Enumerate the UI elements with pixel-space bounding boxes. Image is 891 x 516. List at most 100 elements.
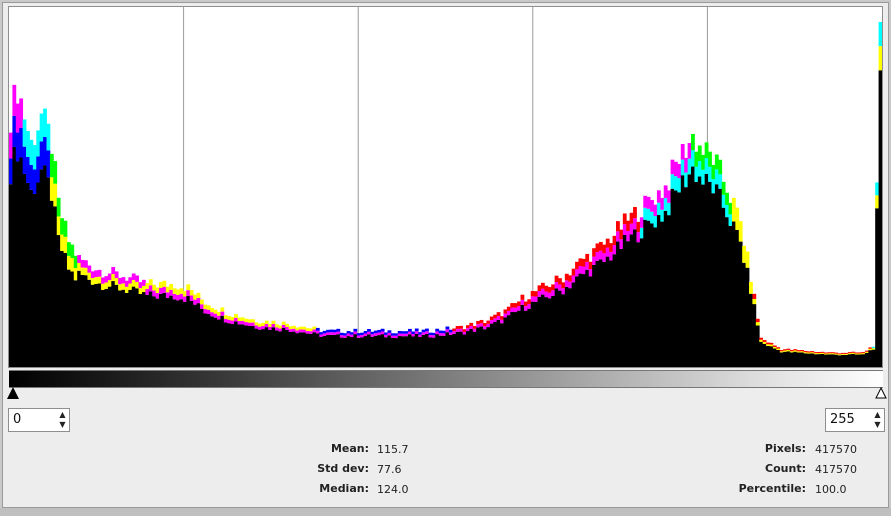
spin-up-icon[interactable]: ▲ <box>874 411 880 419</box>
histogram-bin-top <box>401 331 405 334</box>
histogram-bin-top <box>363 331 368 334</box>
histogram-bin-black <box>851 353 856 367</box>
histogram-bin-mid <box>534 296 538 302</box>
histogram-bin-top <box>15 103 20 133</box>
histogram-bin-mid <box>779 351 784 353</box>
histogram-bin-top <box>523 301 528 307</box>
histogram-bin-top <box>779 350 784 352</box>
histogram-bin-top <box>605 238 610 248</box>
histogram-bin-black <box>571 282 576 367</box>
histogram-bin-mid <box>213 313 218 318</box>
histogram-bin-black <box>718 188 723 367</box>
histogram-bin-top <box>503 309 508 314</box>
histogram-bin-mid <box>336 331 341 335</box>
range-min-arrows[interactable]: ▲ ▼ <box>58 411 67 429</box>
histogram-bin-mid <box>281 324 286 328</box>
histogram-bin-mid <box>486 323 491 328</box>
histogram-bin-mid <box>656 202 661 216</box>
histogram-bin-top <box>29 139 34 165</box>
histogram-bin-top <box>240 317 245 321</box>
histogram-bin-mid <box>595 252 600 261</box>
histogram-bin-mid <box>513 307 518 313</box>
histogram-bin-mid <box>697 161 702 177</box>
histogram-plot[interactable] <box>8 6 883 368</box>
histogram-bin-mid <box>759 339 764 342</box>
histogram-bin-mid <box>326 332 330 336</box>
histogram-bin-black <box>329 334 334 367</box>
histogram-bin-mid <box>142 285 146 293</box>
range-min-spinbox[interactable]: 0 ▲ ▼ <box>8 408 70 432</box>
histogram-bin-black <box>708 181 712 367</box>
range-max-spinbox[interactable]: 255 ▲ ▼ <box>825 408 885 432</box>
histogram-bin-black <box>353 334 358 367</box>
histogram-bin-mid <box>752 298 757 305</box>
histogram-bin-mid <box>718 174 723 189</box>
histogram-bin-top <box>827 352 832 354</box>
histogram-bin-mid <box>660 209 665 222</box>
range-max-arrows[interactable]: ▲ ▼ <box>873 411 882 429</box>
histogram-bin-top <box>12 84 17 116</box>
histogram-bin-black <box>561 294 566 367</box>
histogram-bin-mid <box>264 323 269 328</box>
histogram-bin-mid <box>837 354 842 356</box>
histogram-bin-top <box>97 269 102 277</box>
histogram-bin-black <box>411 336 416 367</box>
histogram-bin-top <box>53 161 58 184</box>
histogram-bin-black <box>755 325 760 367</box>
range-min-handle[interactable] <box>7 387 19 399</box>
histogram-bin-mid <box>776 348 781 350</box>
histogram-bin-top <box>124 280 129 287</box>
histogram-bin-top <box>745 251 750 260</box>
histogram-bin-top <box>776 347 781 349</box>
histogram-bin-mid <box>390 335 395 338</box>
histogram-bin-mid <box>448 332 453 335</box>
histogram-bin-mid <box>339 335 344 338</box>
histogram-bin-mid <box>789 351 794 353</box>
histogram-bin-top <box>142 279 146 286</box>
histogram-bin-mid <box>629 223 634 235</box>
histogram-bin-mid <box>397 333 402 337</box>
histogram-bin-mid <box>131 280 136 287</box>
histogram-bin-black <box>772 348 777 367</box>
spin-down-icon[interactable]: ▼ <box>59 421 65 429</box>
histogram-bin-black <box>268 329 272 367</box>
histogram-bin-black <box>22 173 27 367</box>
histogram-bin-black <box>124 292 129 367</box>
histogram-bin-black <box>39 169 44 367</box>
histogram-bin-mid <box>367 331 371 335</box>
histogram-bin-black <box>315 333 320 367</box>
histogram-bin-mid <box>66 255 71 270</box>
histogram-bin-black <box>101 289 105 367</box>
histogram-bin-mid <box>53 183 58 207</box>
histogram-bin-black <box>472 331 477 367</box>
histogram-bin-top <box>356 333 361 336</box>
histogram-bin-black <box>9 184 13 367</box>
histogram-bin-black <box>701 184 706 367</box>
histogram-bin-black <box>469 329 474 367</box>
histogram-bin-mid <box>875 195 879 209</box>
histogram-bin-top <box>738 221 743 232</box>
histogram-bin-black <box>725 217 729 367</box>
spin-up-icon[interactable]: ▲ <box>59 411 65 419</box>
histogram-bin-black <box>697 176 702 367</box>
histogram-bin-mid <box>834 353 839 355</box>
histogram-bin-top <box>322 330 327 334</box>
histogram-bin-mid <box>387 332 392 336</box>
histogram-bin-black <box>322 335 327 367</box>
histogram-bin-black <box>159 293 163 367</box>
range-max-handle[interactable] <box>875 387 887 399</box>
histogram-bin-black <box>728 225 733 367</box>
histogram-bin-top <box>769 342 774 345</box>
histogram-bin-mid <box>878 46 882 71</box>
spin-down-icon[interactable]: ▼ <box>874 421 880 429</box>
histogram-bin-mid <box>148 285 153 292</box>
histogram-bin-top <box>469 322 474 326</box>
histogram-bin-top <box>711 164 716 180</box>
percentile-label: Percentile: <box>738 482 806 495</box>
histogram-bin-top <box>411 331 416 334</box>
histogram-bin-black <box>483 329 487 367</box>
histogram-bin-mid <box>251 322 255 326</box>
histogram-bin-black <box>806 353 811 367</box>
histogram-bin-top <box>206 305 211 310</box>
histogram-bin-mid <box>783 350 787 352</box>
